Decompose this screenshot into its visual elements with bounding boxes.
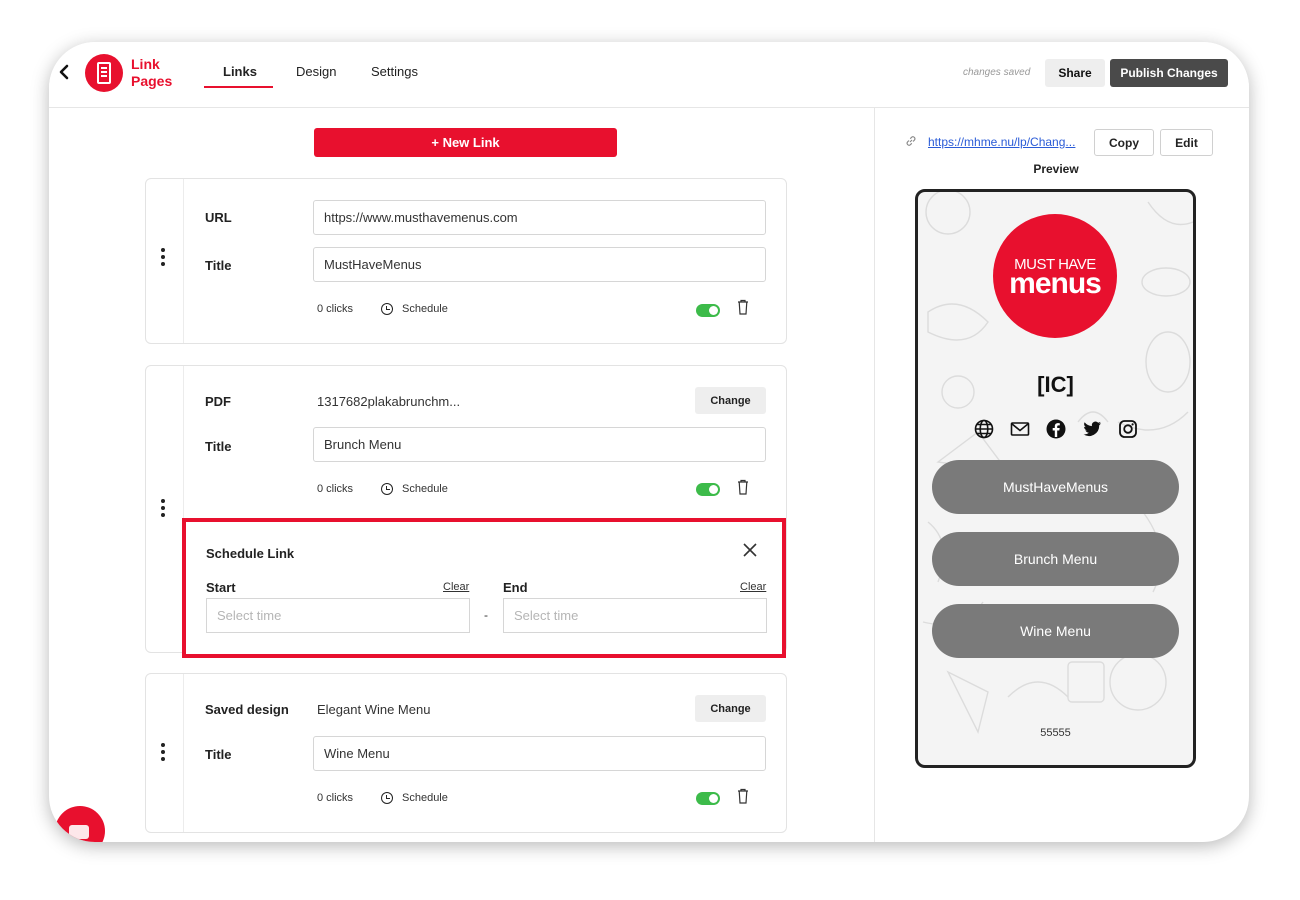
- visibility-toggle[interactable]: [696, 304, 720, 317]
- schedule-link[interactable]: Schedule: [402, 792, 448, 804]
- instagram-icon[interactable]: [1117, 418, 1139, 440]
- trash-icon[interactable]: [737, 788, 749, 804]
- start-label: Start: [206, 580, 236, 595]
- visibility-toggle[interactable]: [696, 792, 720, 805]
- share-button[interactable]: Share: [1045, 59, 1105, 87]
- schedule-link[interactable]: Schedule: [402, 303, 448, 315]
- link-pages-logo-icon: [85, 54, 123, 92]
- globe-icon[interactable]: [973, 418, 995, 440]
- preview-link-button-wine-menu[interactable]: Wine Menu: [932, 604, 1179, 658]
- click-count: 0 clicks: [317, 792, 354, 804]
- saved-design-name: Elegant Wine Menu: [317, 702, 431, 717]
- tab-links[interactable]: Links: [223, 64, 257, 79]
- pdf-filename: 1317682plakabrunchm...: [317, 394, 461, 409]
- title-input[interactable]: [313, 736, 766, 771]
- clock-icon[interactable]: [381, 792, 393, 804]
- trash-icon[interactable]: [737, 299, 749, 315]
- range-separator: -: [484, 608, 488, 622]
- preview-heading: Preview: [1033, 162, 1079, 176]
- app-window: Link Pages Links Design Settings changes…: [49, 42, 1249, 842]
- tab-settings[interactable]: Settings: [371, 64, 418, 79]
- edit-url-button[interactable]: Edit: [1160, 129, 1213, 156]
- pdf-label: PDF: [205, 394, 231, 409]
- saved-design-label: Saved design: [205, 702, 289, 717]
- schedule-link-panel: Schedule Link Start Clear - End Clear: [182, 518, 786, 658]
- active-tab-indicator: [204, 86, 273, 88]
- top-bar: Link Pages Links Design Settings changes…: [49, 42, 1249, 108]
- publish-changes-button[interactable]: Publish Changes: [1110, 59, 1228, 87]
- back-chevron-icon[interactable]: [57, 62, 73, 84]
- url-label: URL: [205, 210, 232, 225]
- preview-link-button-brunch-menu[interactable]: Brunch Menu: [932, 532, 1179, 586]
- tab-design[interactable]: Design: [296, 64, 336, 79]
- preview-link-button-musthavemenus[interactable]: MustHaveMenus: [932, 460, 1179, 514]
- drag-handle-column: [146, 179, 184, 343]
- new-link-button[interactable]: + New Link: [314, 128, 617, 157]
- preview-footer-text: 55555: [1040, 727, 1071, 739]
- end-time-input[interactable]: [503, 598, 767, 633]
- title-input[interactable]: [313, 427, 766, 462]
- mail-icon[interactable]: [1009, 418, 1031, 440]
- brand-logo: MUST HAVE menus: [993, 214, 1117, 338]
- link-card-saved-design: Saved design Elegant Wine Menu Change Ti…: [145, 673, 787, 833]
- app-name: Link Pages: [131, 56, 173, 89]
- drag-handle-column: [146, 674, 184, 832]
- url-input[interactable]: [313, 200, 766, 235]
- link-icon: [905, 135, 917, 150]
- click-count: 0 clicks: [317, 483, 354, 495]
- title-label: Title: [205, 439, 232, 454]
- schedule-panel-title: Schedule Link: [206, 546, 295, 561]
- change-design-button[interactable]: Change: [695, 695, 766, 722]
- chat-support-icon[interactable]: [55, 806, 105, 842]
- twitter-icon[interactable]: [1081, 418, 1103, 440]
- clear-start-link[interactable]: Clear: [443, 581, 469, 593]
- clear-end-link[interactable]: Clear: [740, 581, 766, 593]
- drag-handle-icon[interactable]: [161, 245, 167, 269]
- title-input[interactable]: [313, 247, 766, 282]
- copy-url-button[interactable]: Copy: [1094, 129, 1154, 156]
- drag-handle-column: [146, 366, 184, 652]
- clock-icon[interactable]: [381, 483, 393, 495]
- start-time-input[interactable]: [206, 598, 470, 633]
- visibility-toggle[interactable]: [696, 483, 720, 496]
- public-url-link[interactable]: https://mhme.nu/lp/Chang...: [928, 135, 1086, 149]
- close-icon[interactable]: [742, 542, 758, 560]
- schedule-link[interactable]: Schedule: [402, 483, 448, 495]
- change-pdf-button[interactable]: Change: [695, 387, 766, 414]
- click-count: 0 clicks: [317, 303, 354, 315]
- clock-icon[interactable]: [381, 303, 393, 315]
- title-label: Title: [205, 747, 232, 762]
- trash-icon[interactable]: [737, 479, 749, 495]
- link-card-url: URL Title 0 clicks Schedule: [145, 178, 787, 344]
- title-label: Title: [205, 258, 232, 273]
- save-status: changes saved: [963, 67, 1031, 78]
- phone-preview: MUST HAVE menus [IC] MustHaveMenus Brunc…: [915, 189, 1196, 768]
- facebook-icon[interactable]: [1045, 418, 1067, 440]
- end-label: End: [503, 580, 528, 595]
- pane-divider: [874, 108, 875, 842]
- drag-handle-icon[interactable]: [161, 496, 167, 520]
- profile-name: [IC]: [1037, 372, 1074, 397]
- drag-handle-icon[interactable]: [161, 740, 167, 764]
